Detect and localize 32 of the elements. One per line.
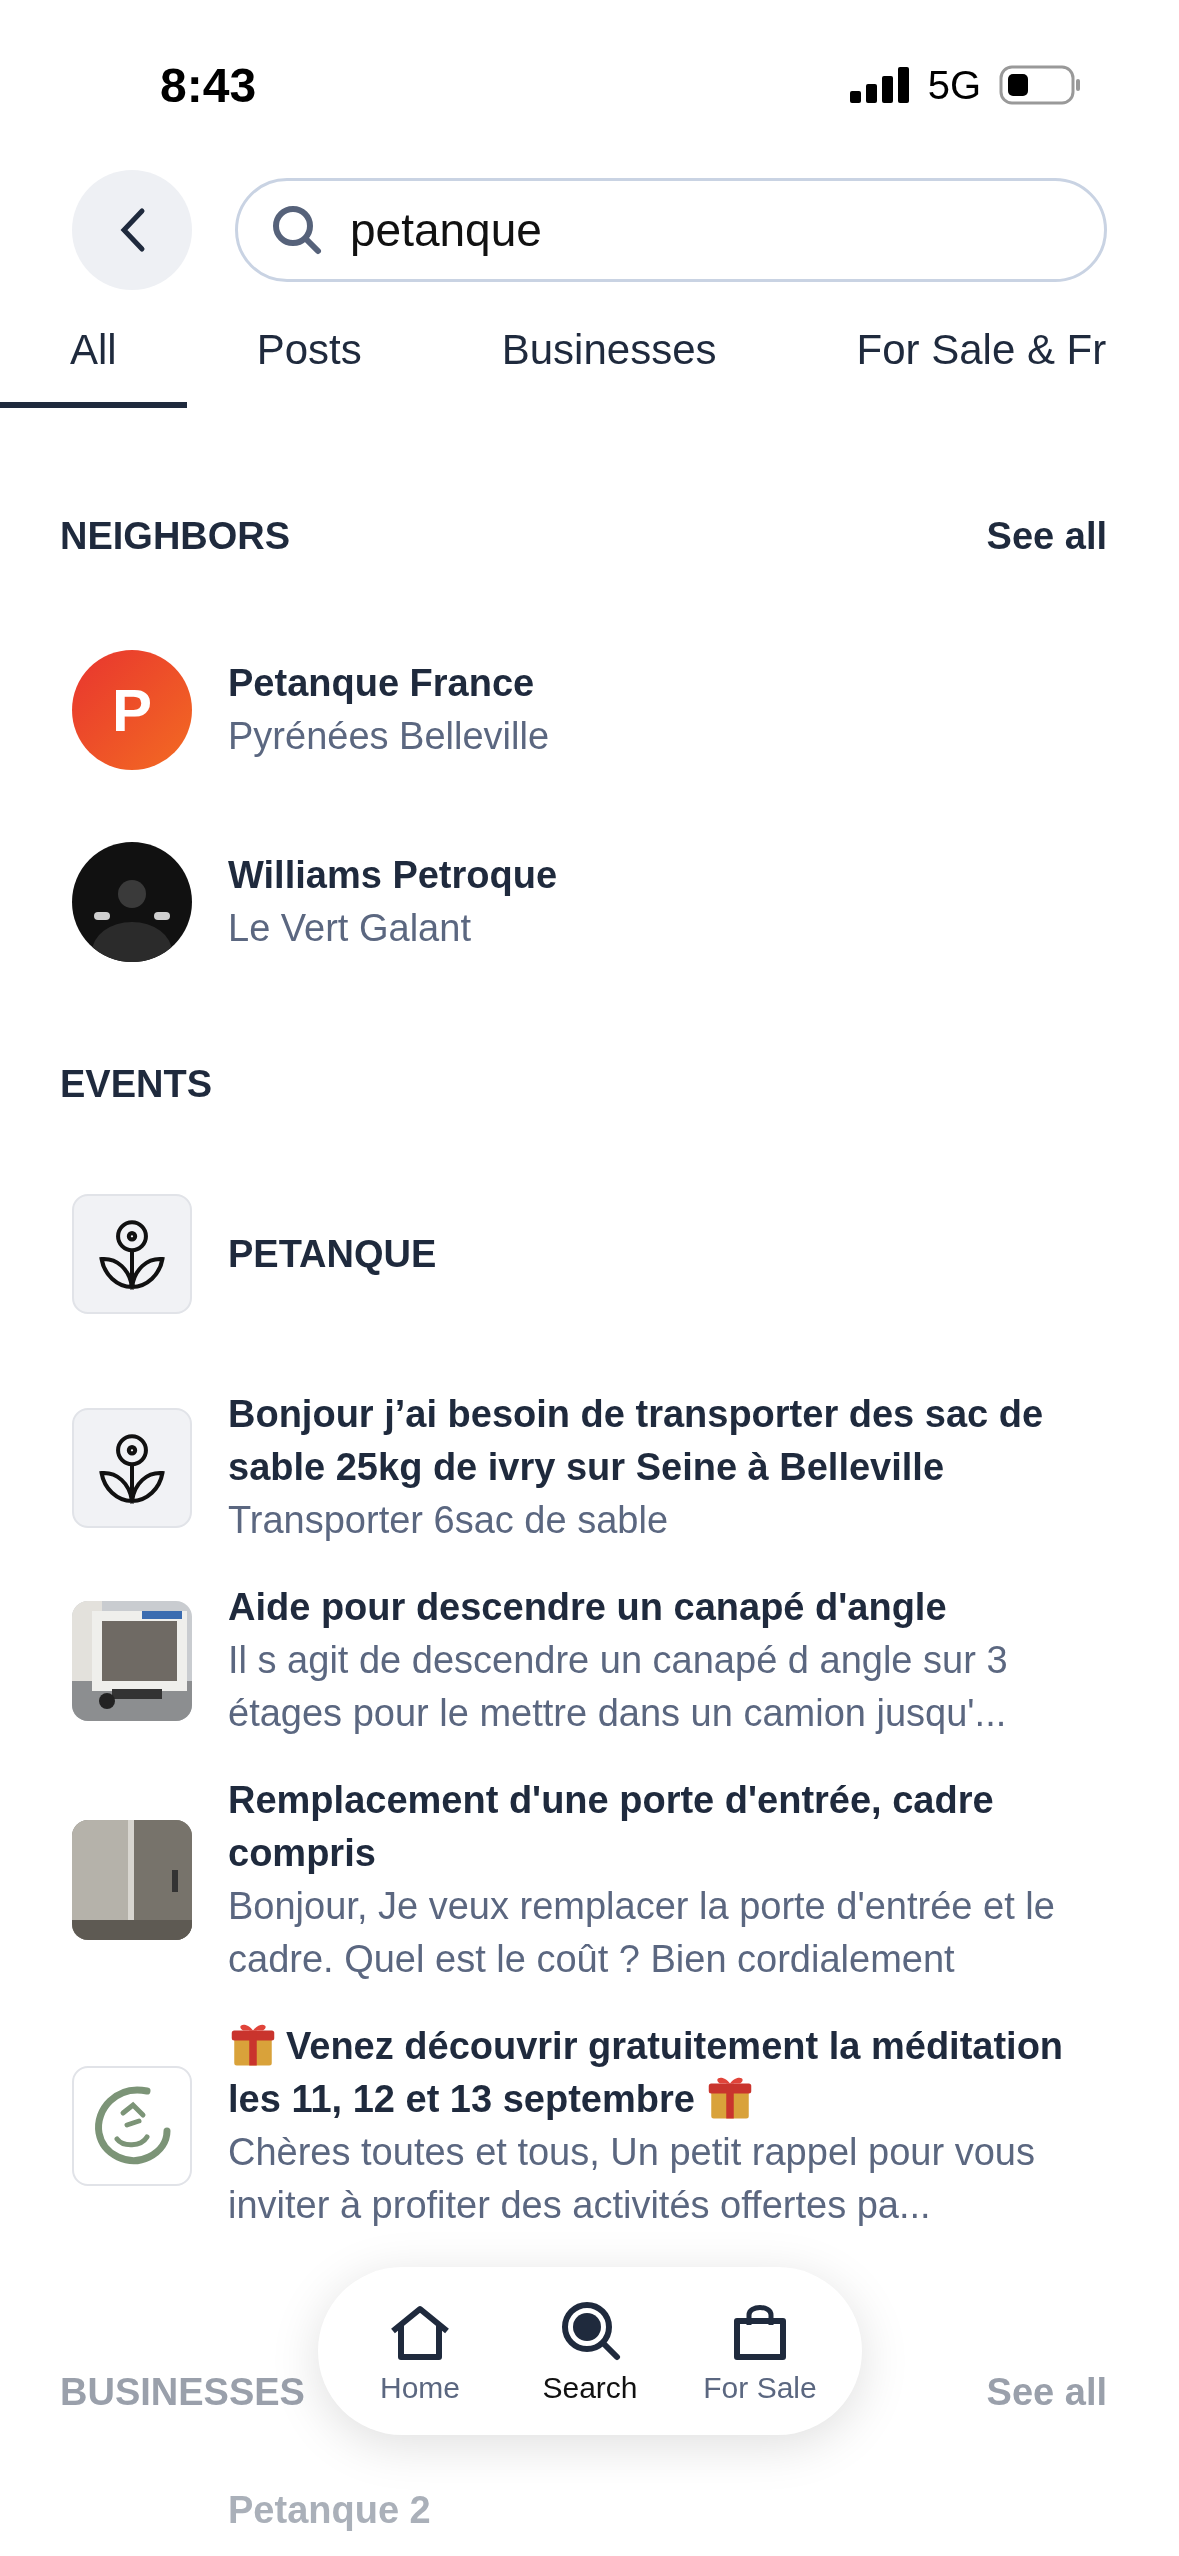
search-icon [559,2299,621,2361]
event-description: Chères toutes et tous, Un petit rappel pour vous inviter à profiter des activités offertes pa... [228,2130,1036,2228]
tab[interactable]: Posts [186,298,432,408]
nav-tab[interactable]: For Sale [695,2297,825,2405]
tab[interactable]: For Sale & Fr [786,298,1177,408]
neighbor-name[interactable]: Petanque France [228,657,550,710]
see-all-link[interactable]: See all [986,514,1107,558]
network-label: 5G [927,62,981,108]
nav-tab[interactable]: Home [355,2297,485,2405]
neighbor-name[interactable]: Williams Petroque [228,849,558,902]
event-description: Transporter 6sac de sable [228,1498,670,1543]
battery-icon [999,65,1081,105]
event-title[interactable]: Venez découvrir gratuitement la méditation les 11, 12 et 13 septembre [228,2020,1109,2126]
section-heading: NEIGHBORS [60,514,291,558]
clock-time: 8:43 [160,57,257,113]
event-title[interactable]: Aide pour descendre un canapé d'angle [228,1581,1109,1634]
letter-avatar: P [72,650,192,770]
search-field[interactable]: petanque [235,178,1107,282]
tab[interactable]: Businesses [431,298,787,408]
search-icon [271,204,323,256]
signal-icon [849,67,910,103]
event-title[interactable]: Remplacement d'une porte d'entrée, cadre compris [228,1774,1109,1880]
event-description: Bonjour, Je veux remplacer la porte d'entrée et le cadre. Quel est le coût ? Bien cordialement [228,1884,1056,1982]
event-title[interactable]: Bonjour j’ai besoin de transporter des sac de sable 25kg de ivry sur Seine à Belleville [228,1388,1109,1494]
neighbor-location: Pyrénées Belleville [228,714,550,759]
nav-tab[interactable]: Search [525,2297,655,2405]
section-heading: EVENTS [60,1062,213,1106]
section-heading: BUSINESSES [60,2370,305,2414]
tab[interactable]: All [0,298,187,408]
neighbor-location: Le Vert Galant [228,906,472,951]
event-description: Il s agit de descendre un canapé d angle sur 3 étages pour le mettre dans un camion jusqu'... [228,1638,1009,1736]
event-title[interactable]: PETANQUE [228,1227,437,1281]
